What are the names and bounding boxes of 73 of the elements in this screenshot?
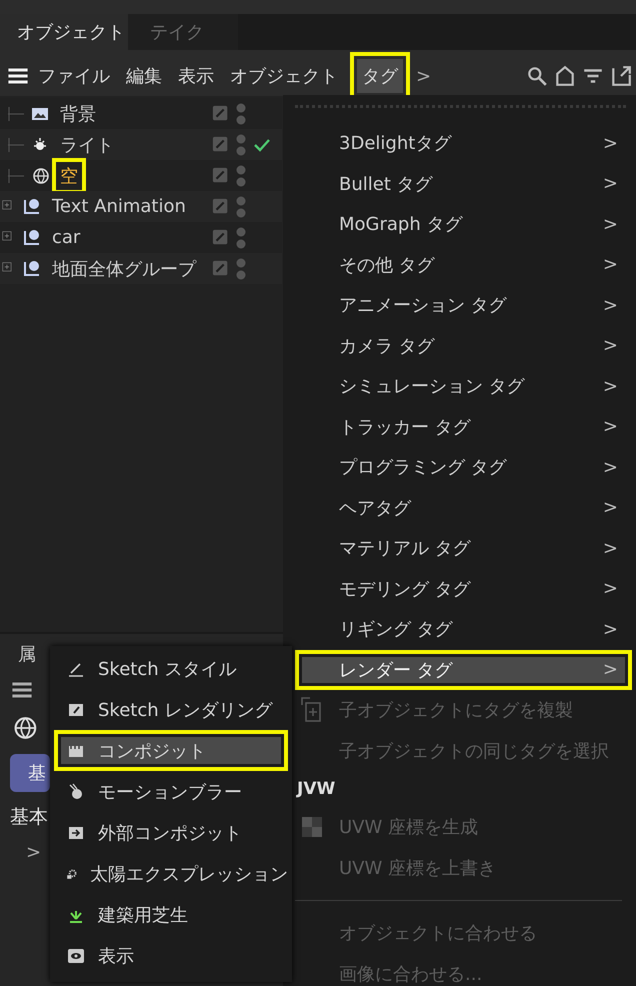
visibility-dots-icon[interactable] <box>236 164 246 188</box>
submenu-item[interactable]: マテリアル タグ > <box>295 528 632 568</box>
submenu-item[interactable]: 建築用芝生 <box>54 894 288 935</box>
null-object-icon <box>22 196 42 216</box>
submenu-item[interactable]: アニメーション タグ > <box>295 285 632 326</box>
submenu-item[interactable]: レンダー タグ > <box>295 650 632 690</box>
chevron: > <box>602 132 618 154</box>
submenu-item[interactable]: ヘアタグ > <box>295 488 632 528</box>
object-name: Text Animation <box>51 195 187 219</box>
chevron: > <box>602 659 618 680</box>
visibility-dots-icon[interactable] <box>236 226 246 250</box>
submenu-item[interactable]: 3Delightタグ > <box>295 123 632 164</box>
visibility-dots-icon[interactable] <box>236 194 246 218</box>
visibility-dots-icon[interactable] <box>236 256 246 280</box>
submenu-item[interactable]: Sketch スタイル <box>54 648 288 689</box>
edit-icon <box>212 198 230 216</box>
mode-button[interactable]: 基 <box>10 754 50 792</box>
submenu-item[interactable]: カメラ タグ > <box>295 326 632 366</box>
submenu-item[interactable]: コンポジット <box>54 730 288 771</box>
visibility-dots-icon[interactable] <box>236 132 246 156</box>
chevron: > <box>602 294 618 316</box>
visibility-dots-icon[interactable] <box>236 102 246 126</box>
null-object-icon <box>22 258 42 278</box>
tree-line <box>8 138 24 152</box>
chevron: > <box>602 578 618 600</box>
submenu-item[interactable]: 太陽エクスプレッション <box>54 853 288 894</box>
submenu-item[interactable]: リギング タグ > <box>295 609 632 650</box>
chevron: > <box>602 416 618 438</box>
panel-tab[interactable]: 属 <box>18 642 36 666</box>
edit-icon <box>212 104 230 122</box>
search-icon <box>526 65 548 87</box>
submenu-item[interactable]: Sketch レンダリング <box>54 689 288 730</box>
object-name: car <box>51 226 82 250</box>
tree-row[interactable]: 地面全体グループ <box>0 253 282 284</box>
submenu-item[interactable]: シミュレーション タグ > <box>295 366 632 406</box>
submenu-item[interactable]: プログラミング タグ > <box>295 447 632 488</box>
tree-row[interactable]: Text Animation <box>0 191 282 222</box>
submenu-item[interactable]: モデリング タグ > <box>295 568 632 609</box>
chevron: > <box>602 376 618 397</box>
panel-tab[interactable]: オブジェクト <box>0 14 128 50</box>
edit-icon <box>212 136 230 154</box>
section-title: 基本 <box>10 805 48 830</box>
chevron: > <box>602 335 618 356</box>
tree-line <box>8 168 24 182</box>
submenu-item[interactable]: 外部コンポジット <box>54 812 288 853</box>
submenu-item[interactable]: 表示 <box>54 935 288 976</box>
edit-icon <box>212 228 230 246</box>
object-name: ライト <box>59 134 115 158</box>
object-name: 地面全体グループ <box>51 258 198 282</box>
null-object-icon <box>22 228 42 248</box>
light-icon <box>33 136 47 150</box>
more-arrow[interactable]: > <box>416 66 432 86</box>
chevron: > <box>602 497 618 518</box>
section-heading: JVW <box>297 778 336 801</box>
chevron: > <box>602 173 618 194</box>
tree-line <box>8 106 24 120</box>
tree-row[interactable]: ライト <box>0 129 282 160</box>
submenu-item[interactable]: Bullet タグ > <box>295 164 632 204</box>
expand-arrow[interactable]: > <box>26 842 42 863</box>
chevron: > <box>602 254 618 276</box>
object-name: 背景 <box>59 102 97 126</box>
chevron: > <box>602 456 618 478</box>
edit-icon <box>212 260 230 278</box>
submenu-item[interactable]: MoGraph タグ > <box>295 204 632 244</box>
chevron: > <box>602 214 618 235</box>
edit-icon <box>212 166 230 184</box>
submenu-item[interactable]: トラッカー タグ > <box>295 406 632 447</box>
submenu-item[interactable]: その他 タグ > <box>295 244 632 285</box>
submenu-item[interactable]: モーションブラー <box>54 771 288 812</box>
external-link-icon <box>610 65 632 87</box>
chevron: > <box>602 618 618 640</box>
chevron: > <box>602 538 618 559</box>
home-icon <box>554 65 576 87</box>
